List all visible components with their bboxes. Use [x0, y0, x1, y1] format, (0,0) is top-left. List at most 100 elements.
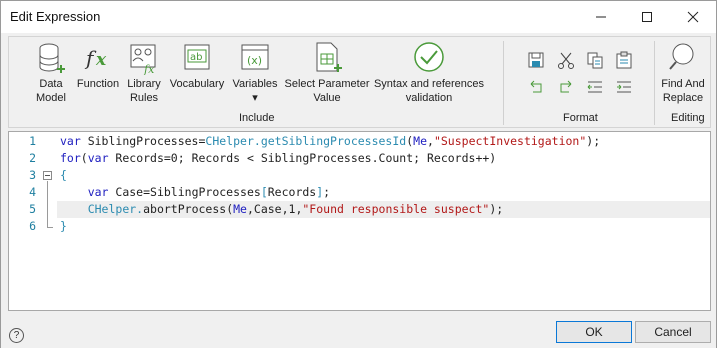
cancel-button[interactable]: Cancel [635, 321, 711, 343]
code-token: abortProcess( [143, 202, 234, 216]
syntax-validation-label: Syntax and references validation [373, 78, 485, 104]
variables-label: Variables ▾ [232, 78, 278, 104]
code-token: Me [233, 202, 247, 216]
ribbon-toolbar: Data Model f x Function fx Library Rules [8, 36, 711, 128]
code-token: "SuspectInvestigation" [433, 134, 587, 148]
editing-group-label: Editing [671, 112, 705, 124]
code-line[interactable]: var Case=SiblingProcesses[Records]; [60, 184, 330, 201]
line-number: 1 [29, 134, 36, 148]
fx-icon: f x [84, 46, 107, 70]
code-line[interactable]: { [60, 167, 67, 184]
fold-end [47, 227, 53, 228]
code-token: [ [260, 185, 268, 199]
svg-text:(x): (x) [247, 54, 262, 67]
code-token: ); [489, 202, 504, 216]
maximize-button[interactable] [624, 1, 670, 33]
code-token: for [60, 151, 81, 165]
code-token: CHelper [205, 134, 254, 148]
code-line[interactable]: CHelper.abortProcess(Me,Case,1,"Found re… [60, 201, 503, 218]
ab-icon: ab [184, 44, 210, 70]
line-number: 4 [29, 185, 36, 199]
fold-toggle[interactable] [43, 171, 52, 180]
code-token: "Found responsible suspect" [302, 202, 490, 216]
code-editor[interactable]: 1 2 3 4 5 6 var SiblingProcesses=CHelper… [8, 131, 711, 311]
indent-icon[interactable] [615, 78, 633, 96]
code-token: ; [323, 185, 331, 199]
code-token: Case=SiblingProcesses [115, 185, 261, 199]
find-replace-label: Find And Replace [661, 78, 705, 104]
copy-icon[interactable] [586, 51, 604, 69]
select-parameter-label: Select Parameter Value [284, 78, 370, 104]
code-token: var [87, 151, 116, 165]
code-line[interactable]: } [60, 218, 67, 235]
function-label: Function [76, 78, 120, 90]
data-model-label: Data Model [36, 78, 66, 104]
ok-button[interactable]: OK [556, 321, 632, 343]
save-icon[interactable] [527, 51, 545, 69]
svg-text:fx: fx [143, 63, 155, 75]
code-token: ( [80, 151, 88, 165]
svg-text:ab: ab [190, 52, 202, 63]
library-rules-icon: fx [130, 44, 156, 75]
outdent-icon[interactable] [586, 78, 604, 96]
check-icon [414, 42, 444, 72]
minimize-icon [596, 16, 606, 18]
code-token: SiblingProcesses= [87, 134, 206, 148]
code-token: ); [586, 134, 601, 148]
code-token: , [427, 134, 434, 148]
include-group-label: Include [239, 112, 275, 124]
line-number: 6 [29, 219, 36, 233]
code-line[interactable]: for(var Records=0; Records < SiblingProc… [60, 150, 496, 167]
find-replace-button[interactable]: Find And Replace [657, 41, 709, 105]
parameter-icon [316, 42, 342, 72]
code-token: Me [413, 134, 428, 148]
code-token: Records [267, 185, 317, 199]
code-token: } [60, 219, 67, 233]
code-line[interactable]: var SiblingProcesses=CHelper.getSiblingP… [60, 133, 600, 150]
code-token: ,Case,1, [246, 202, 303, 216]
variables-button[interactable]: (x) Variables ▾ [230, 41, 280, 105]
code-token: CHelper [87, 202, 137, 216]
library-rules-label: Library Rules [127, 78, 161, 104]
minimize-button[interactable] [578, 1, 624, 33]
close-button[interactable] [670, 1, 716, 33]
group-separator [503, 41, 504, 125]
window-title: Edit Expression [10, 9, 101, 24]
code-token: var [87, 185, 116, 199]
title-bar: Edit Expression [1, 1, 716, 33]
edit-expression-dialog: Edit Expression Data Model f x Function … [0, 0, 717, 348]
svg-text:x: x [95, 50, 107, 70]
group-separator [654, 41, 655, 125]
select-parameter-button[interactable]: Select Parameter Value [283, 41, 371, 105]
database-icon [39, 43, 65, 73]
close-icon [687, 11, 699, 23]
data-model-button[interactable]: Data Model [31, 41, 71, 105]
help-icon[interactable]: ? [9, 328, 24, 343]
code-token: { [60, 168, 67, 182]
magnifier-icon [669, 43, 694, 70]
redo-icon[interactable] [557, 78, 575, 96]
format-group-label: Format [563, 112, 598, 124]
syntax-validation-button[interactable]: Syntax and references validation [372, 41, 486, 105]
line-number: 3 [29, 168, 36, 182]
line-number: 5 [29, 202, 36, 216]
vocabulary-label: Vocabulary [169, 78, 225, 90]
undo-icon[interactable] [527, 78, 545, 96]
paste-icon[interactable] [615, 51, 633, 69]
line-gutter: 1 2 3 4 5 6 [9, 132, 55, 310]
library-rules-button[interactable]: fx Library Rules [124, 41, 164, 105]
vocabulary-button[interactable]: ab Vocabulary [167, 41, 227, 91]
code-token: getSiblingProcessesId [260, 134, 407, 148]
maximize-icon [642, 12, 652, 22]
line-number: 2 [29, 151, 36, 165]
cut-icon[interactable] [557, 51, 575, 69]
dialog-footer: ? OK Cancel [1, 313, 716, 348]
function-button[interactable]: f x Function [75, 41, 121, 91]
code-token: . [253, 134, 261, 148]
code-token: var [60, 134, 88, 148]
collapse-icon [45, 175, 50, 176]
fold-guide [47, 181, 48, 227]
code-token: Records=0; Records < SiblingProcesses.Co… [115, 151, 497, 165]
